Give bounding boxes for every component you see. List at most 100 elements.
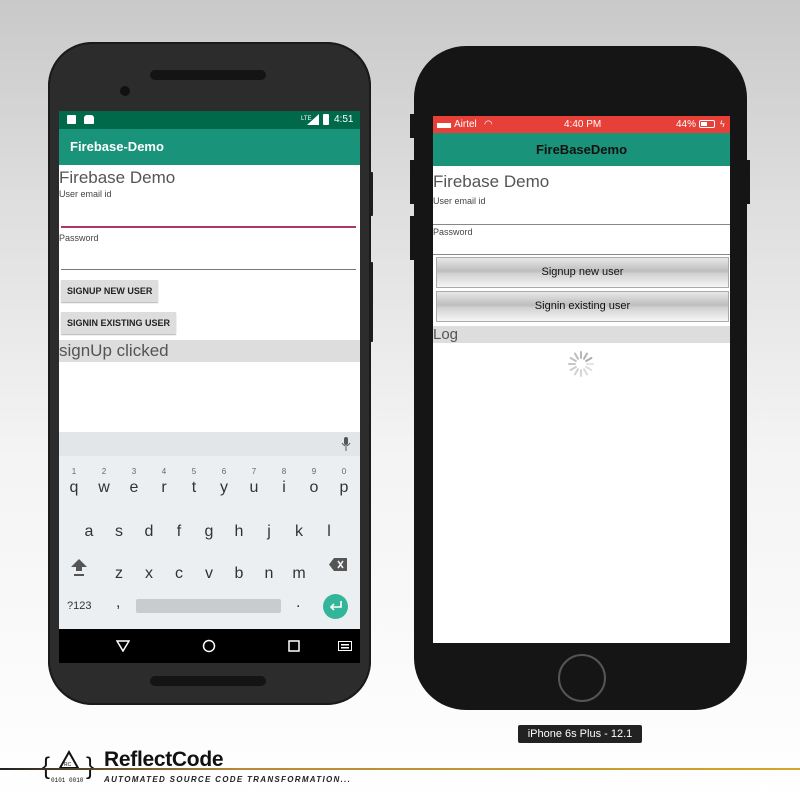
symbols-key[interactable]: ?123: [67, 600, 91, 612]
iphone-email-field[interactable]: [433, 208, 730, 224]
iphone-battery-icon: [699, 120, 715, 128]
key-d[interactable]: d: [134, 523, 164, 541]
comma-key[interactable]: ,: [116, 594, 120, 612]
keyboard-switch-icon[interactable]: [338, 641, 352, 651]
iphone-password-underline: [433, 254, 730, 255]
key-hint: 1: [71, 467, 77, 476]
iphone-password-field[interactable]: [433, 239, 730, 254]
key-label: g: [204, 523, 214, 540]
key-label: b: [234, 565, 244, 582]
android-email-field[interactable]: [59, 203, 360, 227]
brand-tagline: AUTOMATED SOURCE CODE TRANSFORMATION...: [104, 775, 352, 784]
key-label: e: [129, 479, 139, 496]
iphone-signin-button[interactable]: Signin existing user: [436, 291, 729, 322]
iphone-home-button[interactable]: [558, 654, 606, 702]
period-key[interactable]: .: [296, 594, 300, 612]
simulator-caption: iPhone 6s Plus - 12.1: [518, 725, 642, 743]
iphone-log-text: Log: [433, 326, 730, 343]
android-signin-button[interactable]: SIGNIN EXISTING USER: [61, 312, 177, 334]
key-hint: 9: [311, 467, 317, 476]
key-label: s: [115, 523, 123, 540]
key-hint: 3: [131, 467, 137, 476]
key-label: y: [220, 479, 228, 496]
key-label: q: [69, 479, 79, 496]
key-g[interactable]: g: [194, 523, 224, 541]
key-h[interactable]: h: [224, 523, 254, 541]
android-password-underline: [61, 269, 356, 270]
svg-text:0101 0010: 0101 0010: [51, 777, 84, 784]
android-password-field[interactable]: [59, 247, 360, 269]
svg-text:}: }: [86, 753, 94, 780]
key-label: a: [84, 523, 94, 540]
key-f[interactable]: f: [164, 523, 194, 541]
key-w[interactable]: w2: [89, 467, 119, 497]
battery-icon: [323, 114, 329, 125]
key-c[interactable]: c: [164, 565, 194, 583]
key-label: j: [267, 523, 271, 540]
iphone-volume-up[interactable]: [410, 160, 414, 204]
android-camera: [120, 86, 130, 96]
iphone-mute-switch[interactable]: [410, 114, 414, 138]
key-y[interactable]: y6: [209, 467, 239, 497]
key-a[interactable]: a: [74, 523, 104, 541]
key-s[interactable]: s: [104, 523, 134, 541]
recents-icon[interactable]: [288, 640, 300, 652]
android-signup-button[interactable]: SIGNUP NEW USER: [61, 280, 159, 302]
android-keyboard: q1w2e3r4t5y6u7i8o9p0 asdfghjkl zxcvbnm ?…: [59, 432, 360, 629]
home-icon[interactable]: [202, 639, 216, 653]
iphone-power-button[interactable]: [746, 160, 750, 204]
key-v[interactable]: v: [194, 565, 224, 583]
iphone-email-label: User email id: [433, 196, 486, 206]
key-label: z: [115, 565, 123, 582]
iphone-heading: Firebase Demo: [433, 172, 550, 191]
key-label: t: [191, 479, 197, 496]
iphone-signup-button[interactable]: Signup new user: [436, 257, 729, 288]
shift-icon[interactable]: [71, 559, 87, 577]
android-heading: Firebase Demo: [59, 168, 176, 187]
key-label: h: [234, 523, 244, 540]
key-hint: 7: [251, 467, 257, 476]
key-o[interactable]: o9: [299, 467, 329, 497]
key-hint: 0: [341, 467, 347, 476]
android-robot-icon: [84, 115, 94, 124]
key-b[interactable]: b: [224, 565, 254, 583]
footer-divider: [0, 768, 800, 770]
key-hint: 6: [221, 467, 227, 476]
key-p[interactable]: p0: [329, 467, 359, 497]
android-volume-button[interactable]: [370, 262, 373, 342]
key-label: o: [309, 479, 319, 496]
key-z[interactable]: z: [104, 565, 134, 583]
key-n[interactable]: n: [254, 565, 284, 583]
key-label: n: [264, 565, 274, 582]
key-x[interactable]: x: [134, 565, 164, 583]
key-i[interactable]: i8: [269, 467, 299, 497]
space-key[interactable]: [136, 599, 281, 613]
iphone-volume-down[interactable]: [410, 216, 414, 260]
iphone-password-label: Password: [433, 227, 473, 237]
key-e[interactable]: e3: [119, 467, 149, 497]
key-j[interactable]: j: [254, 523, 284, 541]
key-k[interactable]: k: [284, 523, 314, 541]
key-l[interactable]: l: [314, 523, 344, 541]
microphone-icon[interactable]: [341, 437, 351, 451]
back-icon[interactable]: [116, 640, 130, 652]
cellular-signal-icon: [437, 122, 451, 128]
key-label: p: [339, 479, 349, 496]
key-label: k: [295, 523, 303, 540]
android-power-button[interactable]: [370, 172, 373, 216]
key-m[interactable]: m: [284, 565, 314, 583]
key-t[interactable]: t5: [179, 467, 209, 497]
keyboard-suggestion-strip: [59, 432, 360, 456]
enter-key[interactable]: [323, 594, 348, 619]
svg-text:{: {: [42, 753, 50, 780]
backspace-icon[interactable]: [329, 558, 347, 571]
android-app-bar: Firebase-Demo: [59, 129, 360, 165]
enter-arrow-icon: [329, 601, 342, 611]
key-q[interactable]: q1: [59, 467, 89, 497]
key-r[interactable]: r4: [149, 467, 179, 497]
key-hint: 5: [191, 467, 197, 476]
charging-icon: ϟ: [720, 119, 725, 129]
iphone-nav-bar: FireBaseDemo: [433, 133, 730, 166]
android-bottom-speaker: [150, 676, 266, 686]
key-u[interactable]: u7: [239, 467, 269, 497]
